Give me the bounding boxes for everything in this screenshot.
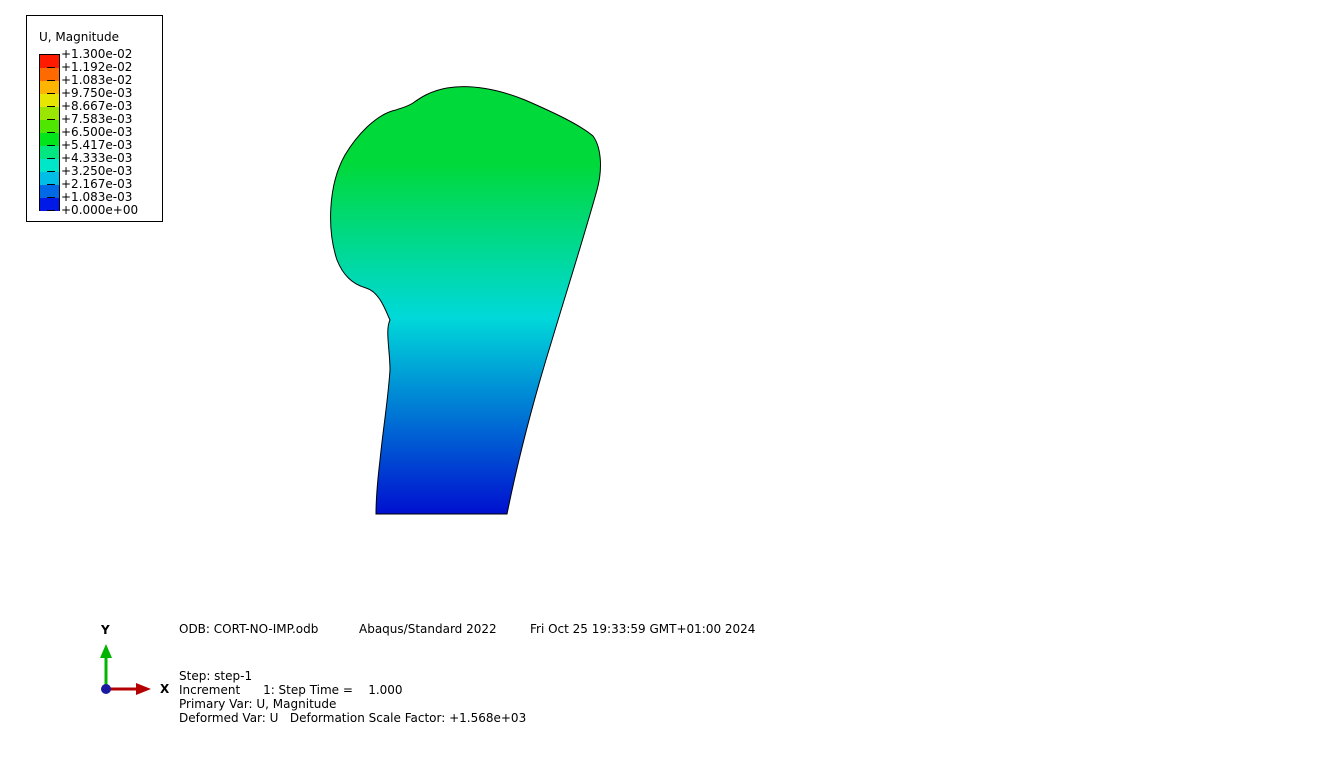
y-axis-arrow-icon — [100, 644, 112, 658]
increment-info: Increment 1: Step Time = 1.000 — [179, 683, 403, 697]
x-axis-label: X — [160, 682, 170, 696]
run-datetime: Fri Oct 25 19:33:59 GMT+01:00 2024 — [530, 622, 756, 636]
step-name: Step: step-1 — [179, 669, 253, 683]
solver-version: Abaqus/Standard 2022 — [359, 622, 497, 636]
primary-variable: Primary Var: U, Magnitude — [179, 697, 337, 711]
y-axis-label: Y — [101, 623, 110, 637]
triad-origin-icon — [101, 684, 111, 694]
orientation-triad: Y X — [90, 622, 180, 712]
deformed-variable: Deformed Var: U Deformation Scale Factor… — [179, 711, 527, 725]
x-axis-arrow-icon — [136, 683, 151, 695]
model-viewport[interactable] — [0, 0, 1333, 758]
deformed-bone-model[interactable] — [330, 86, 601, 515]
odb-filename: ODB: CORT-NO-IMP.odb — [179, 622, 319, 636]
